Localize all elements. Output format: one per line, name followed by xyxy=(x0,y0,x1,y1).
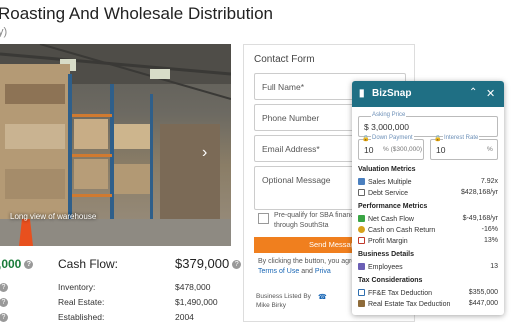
info-icon[interactable]: ? xyxy=(0,312,8,322)
cash-on-cash-row: Cash on Cash Return -16% xyxy=(358,226,498,235)
established-label: Established: xyxy=(58,312,105,322)
contact-form-title: Contact Form xyxy=(254,54,315,65)
currency-symbol: $ xyxy=(364,122,369,132)
building-icon xyxy=(358,300,365,307)
page-subtitle: y) xyxy=(0,26,8,38)
net-cash-flow-row: Net Cash Flow $-49,168/yr xyxy=(358,215,498,224)
sba-prequal-checkbox[interactable] xyxy=(258,213,269,224)
full-name-placeholder: Full Name* xyxy=(262,82,305,92)
sales-multiple-value: 7.92x xyxy=(480,178,498,185)
ffe-tax-label: FF&E Tax Deduction xyxy=(368,290,433,297)
asking-price-value: ,000? xyxy=(0,257,34,271)
privacy-link[interactable]: Priva xyxy=(315,268,331,275)
interest-rate-value: 10 xyxy=(436,145,446,155)
inventory-label: Inventory: xyxy=(58,282,96,292)
real-estate-tax-value: $447,000 xyxy=(468,300,498,307)
valuation-metrics-heading: Valuation Metrics xyxy=(358,166,416,173)
warehouse-photo[interactable]: Long view of warehouse › xyxy=(0,44,231,246)
tax-considerations-heading: Tax Considerations xyxy=(358,277,423,284)
employees-value: 13 xyxy=(490,263,498,270)
and-text: and xyxy=(301,268,313,275)
profit-margin-row: Profit Margin 13% xyxy=(358,237,498,246)
real-estate-tax-row: Real Estate Tax Deduction $447,000 xyxy=(358,300,498,309)
agree-prefix: By clicking the button, you agree xyxy=(258,258,360,265)
info-icon[interactable]: ? xyxy=(232,260,242,270)
lock-icon[interactable]: 🔒 xyxy=(362,135,369,142)
check-icon xyxy=(358,215,365,222)
debt-service-row: Debt Service $428,168/yr xyxy=(358,189,498,198)
message-placeholder: Optional Message xyxy=(262,175,331,185)
listed-by: Business Listed By Mike Birky xyxy=(256,292,311,310)
bizsnap-panel: ▮ BizSnap ⌃ ✕ Asking Price $ 3,000,000 🔒… xyxy=(352,81,504,315)
asking-price-input[interactable]: Asking Price $ 3,000,000 xyxy=(358,112,498,137)
page-title: Roasting And Wholesale Distribution xyxy=(0,4,273,23)
business-details-heading: Business Details xyxy=(358,251,415,258)
real-estate-value: $1,490,000 xyxy=(175,297,218,307)
email-placeholder: Email Address* xyxy=(262,144,320,154)
bizsnap-title: BizSnap xyxy=(372,88,412,99)
info-icon[interactable]: ? xyxy=(0,282,8,293)
employees-label: Employees xyxy=(368,264,403,271)
asking-price-label: Asking Price xyxy=(371,112,407,118)
established-value: 2004 xyxy=(175,312,194,322)
profit-margin-value: 13% xyxy=(483,237,498,244)
debt-service-value: $428,168/yr xyxy=(461,189,498,196)
asking-price-field[interactable]: $ 3,000,000 xyxy=(364,122,409,132)
net-cash-flow-label: Net Cash Flow xyxy=(368,216,414,223)
phone-icon[interactable]: ☎ xyxy=(318,293,327,301)
info-icon[interactable]: ? xyxy=(24,260,34,270)
bizsnap-header: ▮ BizSnap ⌃ ✕ xyxy=(352,81,504,107)
photo-caption: Long view of warehouse xyxy=(10,212,97,221)
interest-rate-input[interactable]: 🔒 Interest Rate 10 % xyxy=(430,135,498,160)
terms-link[interactable]: Terms of Use xyxy=(258,268,299,275)
broker-name[interactable]: Mike Birky xyxy=(256,302,286,309)
cash-on-cash-value: -16% xyxy=(481,226,498,233)
real-estate-label: Real Estate: xyxy=(58,297,105,307)
asking-price-amount: 3,000,000 xyxy=(371,122,409,132)
receipt-icon xyxy=(358,289,365,296)
coin-icon xyxy=(358,226,365,233)
cash-flow-label: Cash Flow: xyxy=(58,257,119,271)
cash-flow-amount: $379,000 xyxy=(175,256,230,271)
chart-icon xyxy=(358,178,365,185)
lock-icon[interactable]: 🔒 xyxy=(434,135,441,142)
ffe-tax-value: $355,000 xyxy=(468,289,498,296)
interest-rate-unit: % xyxy=(487,146,493,153)
listed-by-label: Business Listed By xyxy=(256,293,311,300)
phone-placeholder: Phone Number xyxy=(262,113,320,123)
inventory-value: $478,000 xyxy=(175,282,211,292)
sales-multiple-row: Sales Multiple 7.92x xyxy=(358,178,498,187)
real-estate-tax-label: Real Estate Tax Deduction xyxy=(368,301,451,308)
employees-row: Employees 13 xyxy=(358,263,498,272)
ffe-tax-row: FF&E Tax Deduction $355,000 xyxy=(358,289,498,298)
trend-icon xyxy=(358,237,365,244)
cash-flow-value: $379,000? xyxy=(175,256,242,271)
down-payment-unit: % ($300,000) xyxy=(383,146,423,153)
net-cash-flow-value: $-49,168/yr xyxy=(462,215,498,222)
document-icon xyxy=(358,189,365,196)
down-payment-input[interactable]: 🔒 Down Payment 10 % ($300,000) xyxy=(358,135,424,160)
asking-price-text: ,000 xyxy=(0,257,22,271)
info-icon[interactable]: ? xyxy=(0,297,8,308)
chevron-up-icon[interactable]: ⌃ xyxy=(469,87,477,98)
profit-margin-label: Profit Margin xyxy=(368,238,408,245)
people-icon xyxy=(358,263,365,270)
down-payment-label: Down Payment xyxy=(371,135,414,141)
close-icon[interactable]: ✕ xyxy=(486,87,495,100)
performance-metrics-heading: Performance Metrics xyxy=(358,203,428,210)
debt-service-label: Debt Service xyxy=(368,190,409,197)
down-payment-value: 10 xyxy=(364,145,374,155)
chevron-right-icon[interactable]: › xyxy=(202,144,207,162)
bar-chart-icon: ▮ xyxy=(359,88,365,99)
cash-on-cash-label: Cash on Cash Return xyxy=(368,227,436,234)
sales-multiple-label: Sales Multiple xyxy=(368,179,412,186)
interest-rate-label: Interest Rate xyxy=(443,135,480,141)
